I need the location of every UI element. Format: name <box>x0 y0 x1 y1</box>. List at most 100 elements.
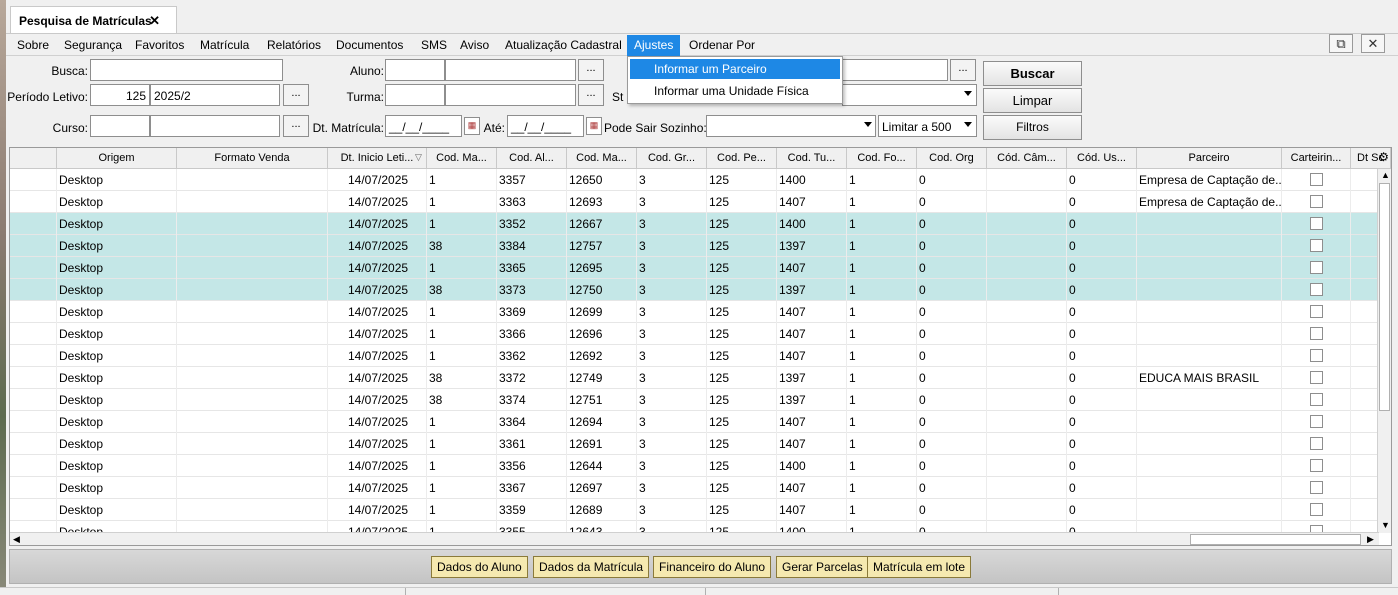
carteirinha-checkbox[interactable] <box>1310 437 1323 450</box>
column-settings-gear-icon[interactable]: ⚙ <box>1378 150 1389 164</box>
column-header[interactable]: Origem <box>57 148 177 169</box>
column-header[interactable]: Cod. Ma... <box>567 148 637 169</box>
limit-select[interactable]: Limitar a 500 <box>878 115 977 137</box>
column-header[interactable]: Cod. Org <box>917 148 987 169</box>
column-header[interactable]: Dt. Inicio Leti... <box>328 148 427 169</box>
table-row[interactable]: Desktop 14/07/2025 1 3367 12697 3 125 1407 1 0 0 <box>10 477 1379 499</box>
unidade-search-button[interactable]: ... <box>950 59 976 81</box>
gerar-parcelas-button[interactable]: Gerar Parcelas <box>776 556 869 578</box>
column-header[interactable]: Formato Venda <box>177 148 328 169</box>
ate-input[interactable]: __/__/____ <box>507 115 584 137</box>
table-row[interactable]: Desktop 14/07/2025 1 3363 12693 3 125 1407 1 0 0 Em… <box>10 191 1379 213</box>
menu-seguranca[interactable]: Segurança <box>63 38 123 52</box>
column-header[interactable]: Cod. Ma... <box>427 148 497 169</box>
table-row[interactable]: Desktop 14/07/2025 1 3352 12667 3 125 1400 1 0 0 <box>10 213 1379 235</box>
table-row[interactable]: Desktop 14/07/2025 1 3357 12650 3 125 1400 1 0 0 Em… <box>10 169 1379 191</box>
table-row[interactable]: Desktop 14/07/2025 1 3364 12694 3 125 1407 1 0 0 <box>10 411 1379 433</box>
column-header[interactable]: Cod. Fo... <box>847 148 917 169</box>
popout-icon[interactable]: ⧉ <box>1329 34 1353 53</box>
table-row[interactable]: Desktop 14/07/2025 38 3374 12751 3 125 1397 1 0 0 <box>10 389 1379 411</box>
periodo-search-button[interactable]: ... <box>283 84 309 106</box>
menu-sobre[interactable]: Sobre <box>16 38 50 52</box>
busca-input[interactable] <box>90 59 283 81</box>
horizontal-scroll-thumb[interactable] <box>1190 534 1361 545</box>
table-row[interactable]: Desktop 14/07/2025 1 3362 12692 3 125 1407 1 0 0 <box>10 345 1379 367</box>
carteirinha-checkbox[interactable] <box>1310 415 1323 428</box>
vertical-scrollbar[interactable]: ▲ ▼ <box>1377 169 1391 533</box>
menu-atualizacao-cadastral[interactable]: Atualização Cadastral <box>504 38 623 52</box>
carteirinha-checkbox[interactable] <box>1310 239 1323 252</box>
menu-ajustes[interactable]: Ajustes <box>627 35 681 56</box>
carteirinha-checkbox[interactable] <box>1310 173 1323 186</box>
menu-relatorios[interactable]: Relatórios <box>266 38 322 52</box>
carteirinha-checkbox[interactable] <box>1310 393 1323 406</box>
scroll-right-icon[interactable]: ▶ <box>1367 534 1374 545</box>
calendar-icon[interactable]: ▦ <box>586 117 602 135</box>
table-row[interactable]: Desktop 14/07/2025 38 3384 12757 3 125 1397 1 0 0 <box>10 235 1379 257</box>
sort-icon[interactable]: ▽ <box>415 152 422 163</box>
column-header[interactable]: Cód. Câm... <box>987 148 1067 169</box>
turma-name-input[interactable] <box>445 84 576 106</box>
status-select[interactable] <box>842 84 977 106</box>
column-header[interactable]: Cod. Pe... <box>707 148 777 169</box>
horizontal-scrollbar[interactable]: ◀ ▶ <box>10 532 1379 545</box>
carteirinha-checkbox[interactable] <box>1310 195 1323 208</box>
calendar-icon[interactable]: ▦ <box>464 117 480 135</box>
periodo-code-input[interactable]: 125 <box>90 84 150 106</box>
menu-aviso[interactable]: Aviso <box>459 38 490 52</box>
buscar-button[interactable]: Buscar <box>983 61 1082 86</box>
table-row[interactable]: Desktop 14/07/2025 38 3372 12749 3 125 1397 1 0 0 E… <box>10 367 1379 389</box>
scroll-up-icon[interactable]: ▲ <box>1381 170 1390 180</box>
carteirinha-checkbox[interactable] <box>1310 481 1323 494</box>
table-row[interactable]: Desktop 14/07/2025 1 3365 12695 3 125 1407 1 0 0 <box>10 257 1379 279</box>
dt-matricula-input[interactable]: __/__/____ <box>385 115 462 137</box>
table-row[interactable]: Desktop 14/07/2025 38 3373 12750 3 125 1397 1 0 0 <box>10 279 1379 301</box>
carteirinha-checkbox[interactable] <box>1310 503 1323 516</box>
turma-code-input[interactable] <box>385 84 445 106</box>
limpar-button[interactable]: Limpar <box>983 88 1082 113</box>
financeiro-do-aluno-button[interactable]: Financeiro do Aluno <box>653 556 772 578</box>
curso-code-input[interactable] <box>90 115 150 137</box>
table-row[interactable]: Desktop 14/07/2025 1 3366 12696 3 125 1407 1 0 0 <box>10 323 1379 345</box>
scroll-down-icon[interactable]: ▼ <box>1381 520 1390 530</box>
dados-do-aluno-button[interactable]: Dados do Aluno <box>431 556 528 578</box>
carteirinha-checkbox[interactable] <box>1310 217 1323 230</box>
carteirinha-checkbox[interactable] <box>1310 261 1323 274</box>
turma-search-button[interactable]: ... <box>578 84 604 106</box>
column-header[interactable]: Cód. Us... <box>1067 148 1137 169</box>
carteirinha-checkbox[interactable] <box>1310 459 1323 472</box>
scroll-left-icon[interactable]: ◀ <box>13 534 20 545</box>
periodo-name-input[interactable]: 2025/2 <box>150 84 280 106</box>
carteirinha-checkbox[interactable] <box>1310 283 1323 296</box>
column-header[interactable]: Cod. Tu... <box>777 148 847 169</box>
menu-documentos[interactable]: Documentos <box>335 38 404 52</box>
filtros-button[interactable]: Filtros <box>983 115 1082 140</box>
carteirinha-checkbox[interactable] <box>1310 371 1323 384</box>
close-icon[interactable]: ✕ <box>1361 34 1385 53</box>
matricula-em-lote-button[interactable]: Matrícula em lote <box>867 556 972 578</box>
column-header[interactable]: Parceiro <box>1137 148 1282 169</box>
column-header[interactable]: Cod. Gr... <box>637 148 707 169</box>
aluno-search-button[interactable]: ... <box>578 59 604 81</box>
table-row[interactable]: Desktop 14/07/2025 1 3359 12689 3 125 1407 1 0 0 <box>10 499 1379 521</box>
tab-close-icon[interactable]: ✕ <box>149 13 160 29</box>
table-row[interactable]: Desktop 14/07/2025 1 3361 12691 3 125 1407 1 0 0 <box>10 433 1379 455</box>
menu-favoritos[interactable]: Favoritos <box>134 38 185 52</box>
tab-pesquisa-matriculas[interactable]: Pesquisa de Matrículas ✕ <box>10 6 177 34</box>
column-header[interactable] <box>10 148 57 169</box>
unidade-input[interactable] <box>842 59 948 81</box>
menu-matricula[interactable]: Matrícula <box>199 38 250 52</box>
column-header[interactable]: Carteirin... <box>1282 148 1351 169</box>
table-row[interactable]: Desktop 14/07/2025 1 3356 12644 3 125 1400 1 0 0 <box>10 455 1379 477</box>
menu-ordenar-por[interactable]: Ordenar Por <box>688 38 756 52</box>
carteirinha-checkbox[interactable] <box>1310 305 1323 318</box>
table-row[interactable]: Desktop 14/07/2025 1 3369 12699 3 125 1407 1 0 0 <box>10 301 1379 323</box>
dados-da-matricula-button[interactable]: Dados da Matrícula <box>533 556 650 578</box>
aluno-name-input[interactable] <box>445 59 576 81</box>
curso-name-input[interactable] <box>150 115 280 137</box>
carteirinha-checkbox[interactable] <box>1310 349 1323 362</box>
pode-sair-select[interactable] <box>706 115 876 137</box>
aluno-code-input[interactable] <box>385 59 445 81</box>
menu-item-informar-unidade-fisica[interactable]: Informar uma Unidade Física <box>630 81 840 101</box>
vertical-scroll-thumb[interactable] <box>1379 183 1390 411</box>
